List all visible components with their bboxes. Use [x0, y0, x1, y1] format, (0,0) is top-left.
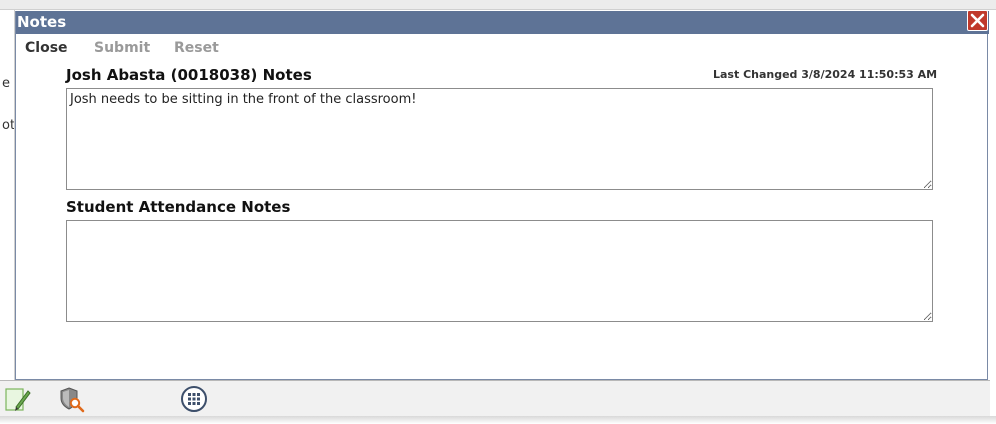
window-shadow [0, 416, 996, 424]
last-changed-timestamp: Last Changed 3/8/2024 11:50:53 AM [713, 68, 938, 81]
grid-menu-icon[interactable] [180, 385, 208, 413]
background-page-strip [0, 0, 996, 10]
close-x-icon[interactable] [967, 10, 988, 31]
background-text-fragment: ot [2, 118, 15, 133]
reset-button[interactable]: Reset [174, 40, 219, 56]
dialog-titlebar[interactable]: Notes [16, 10, 989, 34]
security-search-icon[interactable] [58, 385, 86, 413]
close-button[interactable]: Close [25, 40, 68, 56]
background-page-left: e ot [0, 10, 15, 380]
student-notes-textarea[interactable]: Josh needs to be sitting in the front of… [66, 88, 933, 190]
edit-note-icon[interactable] [4, 385, 32, 413]
attendance-notes-textarea[interactable] [66, 220, 933, 322]
student-notes-heading: Josh Abasta (0018038) Notes [66, 66, 312, 84]
attendance-notes-heading: Student Attendance Notes [66, 198, 291, 216]
background-text-fragment: e [2, 76, 10, 91]
submit-button[interactable]: Submit [94, 40, 150, 56]
dialog-title: Notes [17, 13, 67, 31]
notes-dialog: Notes Close Submit Reset Josh Abasta (00… [15, 10, 989, 380]
background-bottom-toolbar [0, 380, 990, 416]
